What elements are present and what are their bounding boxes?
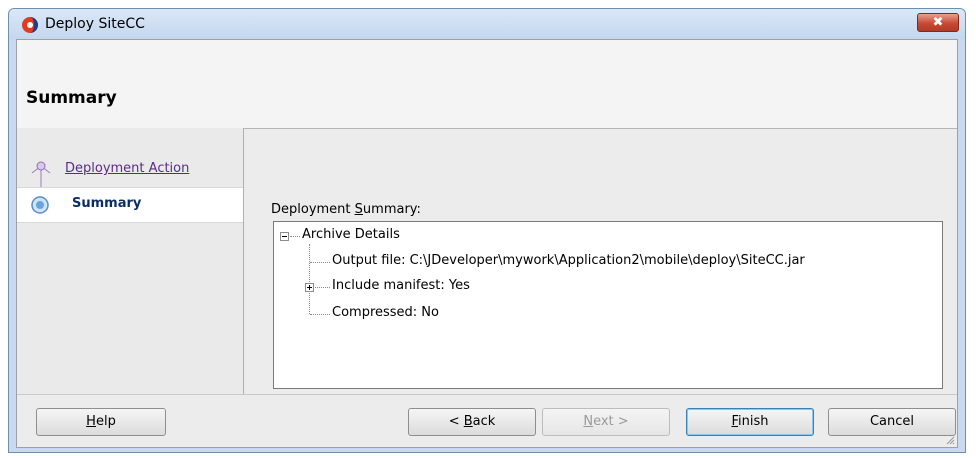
close-icon: ✖ [932, 15, 944, 30]
visited-step-icon [31, 161, 51, 188]
tree-node-include-manifest[interactable]: Include manifest: Yes [332, 278, 470, 293]
wizard-step-nav: Deployment Action Summary [17, 128, 244, 395]
tree-node-compressed[interactable]: Compressed: No [332, 305, 439, 320]
resize-grip-icon[interactable] [945, 435, 955, 445]
collapse-toggle-icon[interactable] [280, 232, 289, 241]
app-icon [22, 17, 38, 33]
nav-step-deployment-action[interactable]: Deployment Action [17, 154, 243, 188]
help-button[interactable]: Help [36, 408, 166, 436]
tree-node-output-file[interactable]: Output file: C:\JDeveloper\mywork\Applic… [332, 253, 805, 268]
close-button[interactable]: ✖ [917, 13, 959, 32]
cancel-button[interactable]: Cancel [828, 408, 956, 436]
nav-link-deployment-action[interactable]: Deployment Action [65, 161, 189, 176]
dialog-body: Summary Deployment Action Summary Deploy… [16, 39, 958, 448]
next-button[interactable]: Next > [542, 408, 670, 436]
deployment-summary-label: Deployment Summary: [271, 202, 421, 217]
nav-label-summary: Summary [72, 196, 142, 211]
nav-step-summary[interactable]: Summary [17, 187, 243, 223]
page-title: Summary [26, 88, 117, 108]
page-header: Summary [17, 40, 957, 129]
current-step-icon [31, 196, 49, 214]
tree-node-archive-details[interactable]: Archive Details [302, 227, 400, 242]
back-button[interactable]: < Back [408, 408, 536, 436]
expand-toggle-icon[interactable] [305, 283, 314, 292]
summary-tree[interactable]: Archive Details Output file: C:\JDevelop… [273, 221, 943, 389]
window-title: Deploy SiteCC [45, 16, 145, 32]
finish-button[interactable]: Finish [686, 408, 814, 436]
content-panel: Deployment Summary: Archive Details Outp… [243, 128, 957, 395]
deploy-dialog: Deploy SiteCC ✖ Summary Deployment Actio… [8, 8, 966, 453]
button-bar: Help < Back Next > Finish Cancel [17, 394, 957, 447]
title-bar[interactable]: Deploy SiteCC ✖ [9, 9, 965, 39]
